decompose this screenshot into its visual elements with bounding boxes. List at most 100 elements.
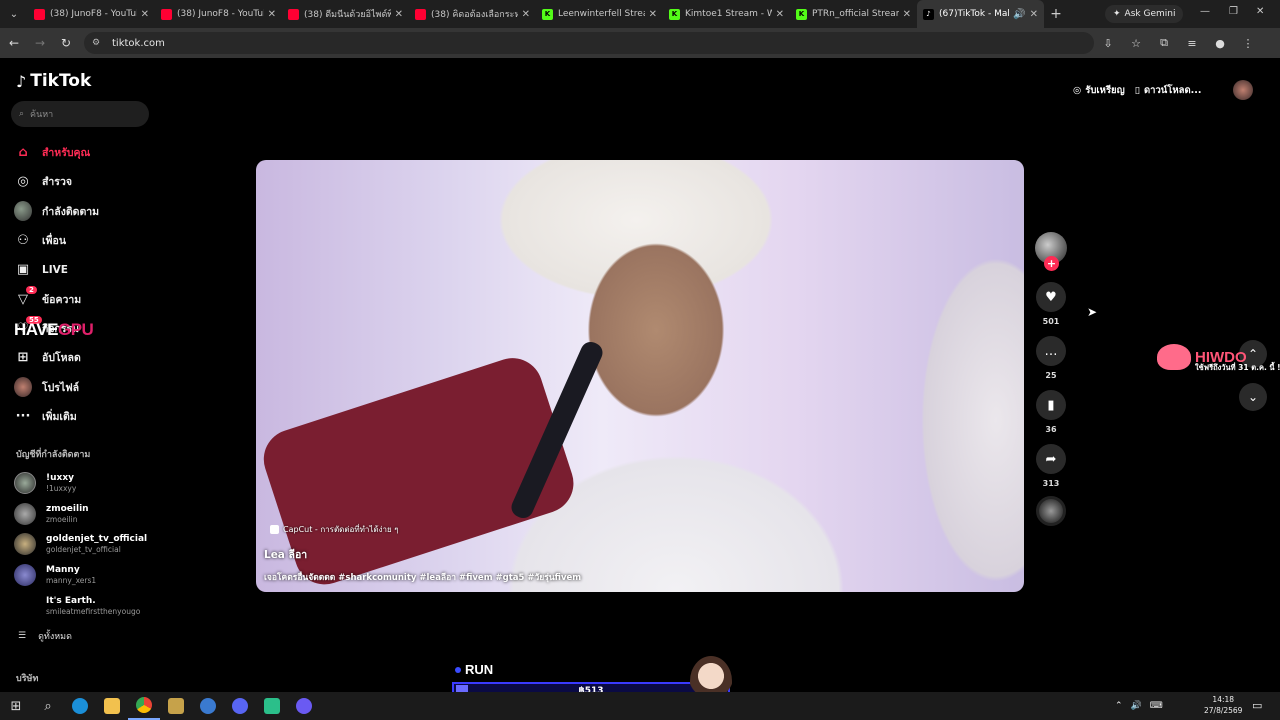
user-avatar[interactable] [1233,80,1253,100]
extensions-icon[interactable]: ⧉ [1150,36,1178,50]
follow-plus-icon[interactable]: + [1044,256,1059,271]
comment-button[interactable]: … 25 [1034,336,1068,380]
nav-explore[interactable]: ◎ สำรวจ [14,167,154,196]
nav-messages[interactable]: ▽ 2 ข้อความ [14,284,154,313]
nav-following[interactable]: กำลังติดตาม [14,197,154,226]
close-icon[interactable]: ✕ [141,9,149,20]
save-button[interactable]: ▮ 36 [1034,390,1068,434]
discord-icon[interactable] [288,692,320,720]
tiktok-logo[interactable]: ♪ TikTok [16,71,91,91]
youtube-icon [415,8,426,20]
chrome-icon[interactable] [128,692,160,720]
phone-icon: ▯ [1134,84,1140,96]
next-video-button[interactable]: ⌄ [1239,383,1267,411]
creator-avatar[interactable]: + [1035,232,1067,271]
following-avatar [14,201,32,222]
heart-icon: ♥ [1036,282,1066,312]
nav-more[interactable]: ··· เพิ่มเติม [14,402,154,431]
get-coins-button[interactable]: ◎ รับเหรียญ [1073,83,1125,98]
window-close-button[interactable]: ✕ [1256,6,1264,17]
tab-search-button[interactable]: ⌄ [0,0,28,28]
volume-icon[interactable]: 🔊 [1131,701,1142,711]
download-app-button[interactable]: ▯ ดาวน์โหลด... [1135,83,1202,98]
close-icon[interactable]: ✕ [395,9,403,20]
video-author[interactable]: Lea ลีอา [264,546,307,563]
share-button[interactable]: ➦ 313 [1034,444,1068,488]
app-icon[interactable] [256,692,288,720]
file-explorer-icon[interactable] [96,692,128,720]
video-caption: เจอโคตรอื่นจัดดดด #sharkcomunity #leaลีอ… [264,573,582,583]
video-player[interactable]: CapCut - การตัดต่อที่ทำได้ง่าย ๆ Lea ลีอ… [256,160,1024,592]
following-account[interactable]: zmoeilin zmoeilin [14,499,154,530]
browser-tab-active[interactable]: ♪(67)TikTok - Make🔊✕ [917,0,1044,28]
taskbar-clock[interactable]: 14:18 27/8/2569 [1204,694,1242,716]
run-label: RUN [455,662,493,677]
browser-tab[interactable]: (38) JunoF8 - YouTube✕ [155,0,282,28]
tiktok-icon: ♪ [923,8,934,20]
search-input[interactable]: ⌕ ค้นหา [11,101,149,127]
browser-tab[interactable]: KPTRn_official Stream -✕ [790,0,917,28]
nav-for-you[interactable]: ⌂ สำหรับคุณ [14,138,154,167]
nav-friends[interactable]: ⚇ เพื่อน [14,226,154,255]
nav-live[interactable]: ▣ LIVE [14,255,154,284]
sidebar-nav: ⌂ สำหรับคุณ ◎ สำรวจ กำลังติดตาม ⚇ เพื่อน ▣ L… [14,138,154,431]
close-icon[interactable]: ✕ [522,9,530,20]
music-disc[interactable] [1036,496,1066,526]
close-icon[interactable]: ✕ [649,9,657,20]
reload-button[interactable]: ↻ [54,36,78,50]
bookmark-star-icon[interactable]: ☆ [1122,37,1150,50]
profile-avatar[interactable]: ● [1206,37,1234,50]
following-account[interactable]: It's Earth. smileatmefirstthenyougo [14,590,154,621]
ask-gemini-button[interactable]: ✦ Ask Gemini [1105,5,1184,23]
nav-upload[interactable]: ⊞ อัปโหลด [14,343,154,372]
close-icon[interactable]: ✕ [268,9,276,20]
header-actions: ◎ รับเหรียญ ▯ ดาวน์โหลด... [1073,78,1201,102]
close-icon[interactable]: ✕ [903,9,911,20]
forward-button[interactable]: → [28,36,52,50]
browser-tab[interactable]: (38) ดีมนีนด้วยอิไพด์พิเศ✕ [282,0,409,28]
hiwdo-overlay: HIWDO ใช้ฟรีถึงวันที่ 31 ต.ค. นี้ ! [1157,344,1280,372]
install-icon[interactable]: ⇩ [1094,37,1122,50]
compass-icon: ◎ [17,174,29,190]
youtube-icon [288,8,299,20]
browser-tab[interactable]: (38) JunoF8 - YouTube✕ [28,0,155,28]
capcut-label[interactable]: CapCut - การตัดต่อที่ทำได้ง่าย ๆ [270,523,399,536]
like-button[interactable]: ♥ 501 [1034,282,1068,326]
search-icon[interactable]: ⌕ [32,692,64,720]
comment-icon: … [1036,336,1066,366]
edge-icon[interactable] [64,692,96,720]
discord-icon[interactable] [224,692,256,720]
app-icon[interactable] [160,692,192,720]
see-all-link[interactable]: ☰ ดูทั้งหมด [18,629,72,643]
restore-button[interactable]: ❐ [1229,6,1238,17]
avatar [14,564,36,587]
following-account[interactable]: goldenjet_tv_official goldenjet_tv_offici… [14,529,154,560]
capcut-icon [270,525,279,534]
keyboard-icon[interactable]: ⌨ [1150,701,1163,711]
chevron-up-icon[interactable]: ⌃ [1115,701,1123,711]
browser-menu-icon[interactable]: ⋮ [1234,37,1262,50]
kick-icon: K [796,8,807,20]
tab-list-icon[interactable]: ≡ [1178,37,1206,50]
following-account[interactable]: Manny manny_xers1 [14,560,154,591]
close-icon[interactable]: ✕ [776,9,784,20]
start-icon[interactable]: ⊞ [0,692,32,720]
home-icon: ⌂ [18,145,28,161]
avatar [14,595,36,617]
gemini-icon: ✦ [1113,9,1121,19]
speaker-icon[interactable]: 🔊 [1013,9,1025,20]
nav-profile[interactable]: โปรไฟล์ [14,372,154,401]
site-info-icon[interactable]: ⚙ [92,38,106,48]
new-tab-button[interactable]: + [1044,6,1068,22]
back-button[interactable]: ← [2,36,26,50]
notification-icon[interactable]: ▭ [1252,699,1262,712]
url-bar[interactable]: ⚙ tiktok.com [84,32,1094,54]
app-icon[interactable] [192,692,224,720]
minimize-button[interactable]: — [1200,6,1210,17]
url-text: tiktok.com [112,37,165,49]
browser-tab[interactable]: (38) คิดอต้องเลือกระหว่า✕ [409,0,536,28]
browser-tab[interactable]: KLeenwinterfell Stream✕ [536,0,663,28]
close-icon[interactable]: ✕ [1030,9,1038,20]
following-account[interactable]: !uxxy !1uxxyy [14,468,154,499]
browser-tab[interactable]: KKimtoe1 Stream - Wat✕ [663,0,790,28]
